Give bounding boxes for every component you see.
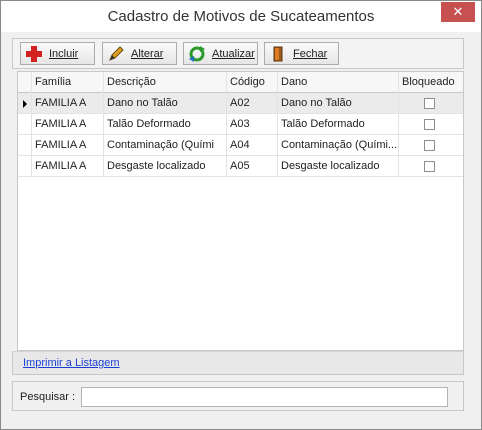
exit-door-icon — [269, 45, 287, 63]
cell-codigo[interactable]: A02 — [227, 93, 278, 114]
cell-dano[interactable]: Desgaste localizado — [278, 156, 399, 177]
title-bar: Cadastro de Motivos de Sucateamentos ✕ — [1, 1, 481, 32]
cell-codigo[interactable]: A05 — [227, 156, 278, 177]
refresh-icon — [188, 45, 206, 63]
toolbar: Incluir Alterar Atualizar Fechar — [12, 38, 464, 69]
atualizar-label: Atualizar — [212, 47, 255, 60]
cell-bloqueado — [399, 156, 463, 177]
search-panel: Pesquisar : — [12, 381, 464, 411]
cell-bloqueado — [399, 93, 463, 114]
table-row[interactable]: FAMILIA A Desgaste localizado A05 Desgas… — [18, 156, 463, 177]
cell-codigo[interactable]: A04 — [227, 135, 278, 156]
add-icon — [25, 45, 43, 63]
bloqueado-checkbox[interactable] — [424, 140, 435, 151]
close-button[interactable]: ✕ — [441, 2, 475, 22]
alterar-label: Alterar — [131, 47, 164, 60]
main-window: Cadastro de Motivos de Sucateamentos ✕ I… — [0, 0, 482, 430]
atualizar-button[interactable]: Atualizar — [183, 42, 258, 65]
incluir-label: Incluir — [49, 47, 79, 60]
cell-dano[interactable]: Dano no Talão — [278, 93, 399, 114]
row-indicator — [18, 156, 32, 177]
row-indicator — [18, 93, 32, 114]
cell-dano[interactable]: Contaminação (Quími... — [278, 135, 399, 156]
row-indicator-header — [18, 72, 32, 93]
table-row[interactable]: FAMILIA A Dano no Talão A02 Dano no Talã… — [18, 93, 463, 114]
cell-familia[interactable]: FAMILIA A — [32, 156, 104, 177]
grid-header: Família Descrição Código Dano Bloqueado — [18, 72, 463, 93]
search-label: Pesquisar : — [20, 391, 76, 403]
cell-descricao[interactable]: Talão Deformado — [104, 114, 227, 135]
print-list-link[interactable]: Imprimir a Listagem — [23, 357, 120, 369]
cell-descricao[interactable]: Desgaste localizado — [104, 156, 227, 177]
grid-footer: Imprimir a Listagem — [12, 351, 464, 375]
pencil-icon — [107, 45, 125, 63]
cell-bloqueado — [399, 135, 463, 156]
cell-familia[interactable]: FAMILIA A — [32, 135, 104, 156]
cell-codigo[interactable]: A03 — [227, 114, 278, 135]
col-dano[interactable]: Dano — [278, 72, 399, 93]
current-row-arrow-icon — [23, 100, 27, 108]
cell-descricao[interactable]: Contaminação (Quími — [104, 135, 227, 156]
row-indicator — [18, 135, 32, 156]
table-row[interactable]: FAMILIA A Talão Deformado A03 Talão Defo… — [18, 114, 463, 135]
incluir-button[interactable]: Incluir — [20, 42, 95, 65]
fechar-label: Fechar — [293, 47, 328, 60]
search-input[interactable] — [81, 387, 448, 407]
cell-dano[interactable]: Talão Deformado — [278, 114, 399, 135]
cell-familia[interactable]: FAMILIA A — [32, 93, 104, 114]
alterar-button[interactable]: Alterar — [102, 42, 177, 65]
cell-descricao[interactable]: Dano no Talão — [104, 93, 227, 114]
bloqueado-checkbox[interactable] — [424, 161, 435, 172]
window-title: Cadastro de Motivos de Sucateamentos — [107, 8, 375, 25]
row-indicator — [18, 114, 32, 135]
motivos-grid[interactable]: Família Descrição Código Dano Bloqueado … — [17, 71, 464, 351]
bloqueado-checkbox[interactable] — [424, 119, 435, 130]
col-bloqueado[interactable]: Bloqueado — [399, 72, 463, 93]
col-codigo[interactable]: Código — [227, 72, 278, 93]
fechar-button[interactable]: Fechar — [264, 42, 339, 65]
cell-familia[interactable]: FAMILIA A — [32, 114, 104, 135]
col-familia[interactable]: Família — [32, 72, 104, 93]
cell-bloqueado — [399, 114, 463, 135]
bloqueado-checkbox[interactable] — [424, 98, 435, 109]
table-row[interactable]: FAMILIA A Contaminação (Quími A04 Contam… — [18, 135, 463, 156]
col-descricao[interactable]: Descrição — [104, 72, 227, 93]
